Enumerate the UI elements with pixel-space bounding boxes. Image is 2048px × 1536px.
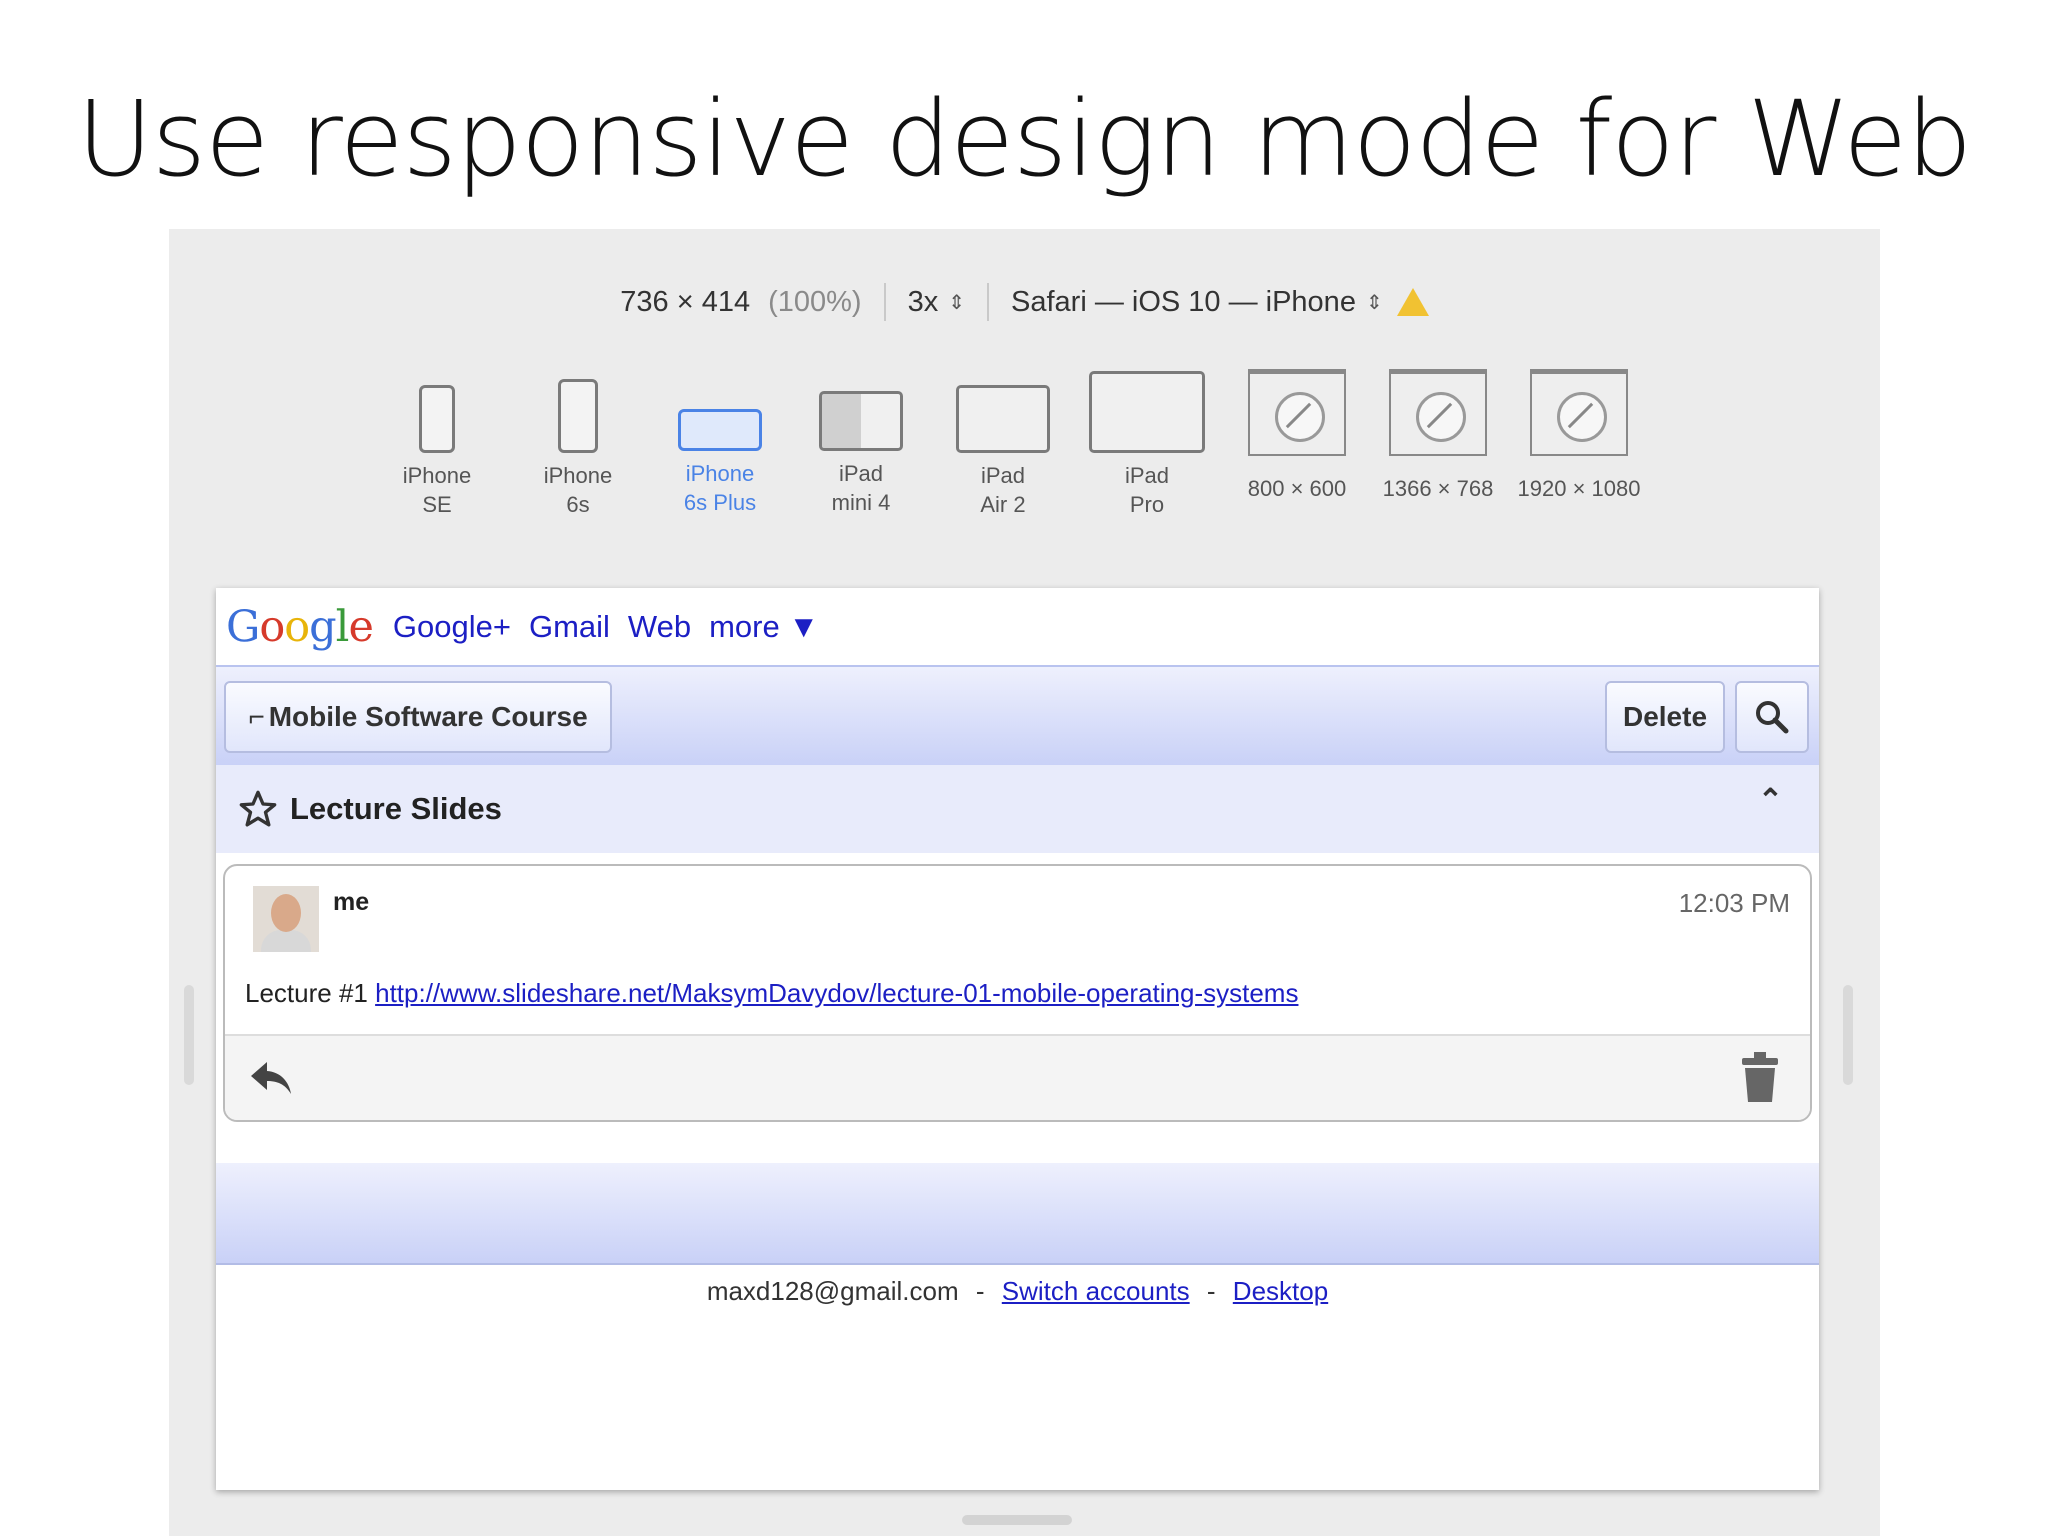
desktop-link[interactable]: Desktop [1233, 1276, 1328, 1306]
resolution-text: 736 × 414 [620, 285, 751, 318]
user-agent-value: Safari — iOS 10 — iPhone [1011, 285, 1356, 318]
device-label: iPhone [685, 461, 755, 486]
device-label: iPad [838, 461, 884, 486]
zoom-text: (100%) [768, 285, 862, 318]
account-email: maxd128@gmail.com [706, 1276, 959, 1306]
avatar-shoulders [261, 930, 311, 952]
compass-icon [1416, 392, 1466, 442]
iphone-icon [558, 379, 598, 453]
device-800x600[interactable]: 800 × 600 [1232, 369, 1362, 503]
device-label: iPhone [543, 463, 613, 488]
device-label: Air 2 [980, 492, 1026, 517]
device-label: iPad [980, 463, 1026, 488]
google-logo[interactable]: Google [226, 602, 374, 652]
pixel-ratio-value: 3x [907, 285, 939, 318]
device-label: 1920 × 1080 [1517, 476, 1641, 501]
resize-handle-bottom[interactable] [962, 1515, 1072, 1525]
subject-bar: Lecture Slides ⌃ [216, 765, 1819, 853]
device-iphone-6s-plus[interactable]: iPhone 6s Plus [670, 369, 770, 517]
device-iphone-6s[interactable]: iPhone 6s [533, 369, 623, 519]
more-link[interactable]: more ▼ [709, 609, 819, 645]
updown-chevron-icon: ⇕ [948, 291, 965, 314]
device-ipad-air-2[interactable]: iPad Air 2 [951, 369, 1055, 519]
message-body: Lecture #1 http://www.slideshare.net/Mak… [245, 978, 1298, 1009]
warning-icon [1396, 288, 1429, 316]
device-label: 800 × 600 [1247, 476, 1347, 501]
device-iphone-se[interactable]: iPhone SE [392, 369, 482, 519]
reply-icon[interactable] [247, 1054, 295, 1102]
device-label: iPhone [402, 463, 472, 488]
user-agent-select[interactable]: Safari — iOS 10 — iPhone ⇕ [989, 286, 1451, 319]
pixel-ratio-select[interactable]: 3x ⇕ [886, 286, 987, 319]
device-label: mini 4 [831, 490, 891, 515]
body-prefix: Lecture #1 [245, 978, 368, 1008]
trash-icon[interactable] [1740, 1050, 1780, 1106]
safari-window-icon [1530, 369, 1628, 456]
collapse-chevron-icon[interactable]: ⌃ [1758, 783, 1783, 818]
rdm-toolbar: 736 × 414 (100%) 3x ⇕ Safari — iOS 10 — … [169, 277, 1880, 327]
search-button[interactable] [1735, 681, 1809, 753]
sender-name: me [333, 888, 370, 916]
device-label: 1366 × 768 [1382, 476, 1494, 501]
device-label: iPad [1124, 463, 1170, 488]
delete-button[interactable]: Delete [1605, 681, 1725, 753]
switch-accounts-link[interactable]: Switch accounts [1002, 1276, 1190, 1306]
device-viewport: Google Google+ Gmail Web more ▼ ⌐ Mobile… [216, 588, 1819, 1490]
back-arrow-icon: ⌐ [248, 701, 265, 732]
footer-toolbar [216, 1163, 1819, 1265]
ipad-icon [956, 385, 1050, 453]
back-to-label-button[interactable]: ⌐ Mobile Software Course [224, 681, 612, 753]
device-label: 6s [566, 492, 590, 517]
device-1920x1080[interactable]: 1920 × 1080 [1509, 369, 1649, 503]
device-label: SE [422, 492, 452, 517]
back-button-label: Mobile Software Course [268, 701, 588, 732]
ipad-icon [1089, 371, 1205, 453]
updown-chevron-icon: ⇕ [1365, 291, 1383, 314]
ipad-icon [819, 391, 903, 451]
search-icon [1756, 701, 1789, 734]
thread-subject: Lecture Slides [290, 791, 502, 826]
lecture-link[interactable]: http://www.slideshare.net/MaksymDavydov/… [375, 978, 1298, 1008]
safari-window-icon [1248, 369, 1346, 456]
footer-separator: - [1206, 1276, 1216, 1306]
message-actions [225, 1034, 1810, 1120]
gmail-link[interactable]: Gmail [529, 609, 610, 645]
resize-handle-left[interactable] [184, 985, 194, 1085]
iphone-icon [419, 385, 455, 453]
google-bar: Google Google+ Gmail Web more ▼ [216, 588, 1819, 667]
account-footer: maxd128@gmail.com - Switch accounts - De… [216, 1276, 1819, 1307]
slide-title: Use responsive design mode for Web [76, 78, 1972, 200]
star-icon[interactable] [238, 789, 278, 829]
web-link[interactable]: Web [628, 609, 691, 645]
device-label: Pro [1129, 492, 1165, 517]
gmail-toolbar: ⌐ Mobile Software Course Delete [216, 667, 1819, 765]
iphone-landscape-icon [678, 409, 762, 451]
device-ipad-mini-4[interactable]: iPad mini 4 [811, 369, 911, 517]
device-label: 6s Plus [683, 490, 757, 515]
resize-handle-right[interactable] [1843, 985, 1853, 1085]
message-card: me 12:03 PM Lecture #1 http://www.slides… [223, 864, 1812, 1122]
message-time: 12:03 PM [1678, 888, 1790, 918]
device-1366x768[interactable]: 1366 × 768 [1373, 369, 1503, 503]
compass-icon [1275, 392, 1325, 442]
avatar [253, 886, 319, 952]
compass-icon [1557, 392, 1607, 442]
footer-separator: - [975, 1276, 985, 1306]
safari-window-icon [1389, 369, 1487, 456]
resolution-control[interactable]: 736 × 414 (100%) [598, 286, 883, 319]
avatar-head [271, 894, 301, 932]
google-plus-link[interactable]: Google+ [393, 609, 511, 645]
device-ipad-pro[interactable]: iPad Pro [1086, 369, 1208, 519]
